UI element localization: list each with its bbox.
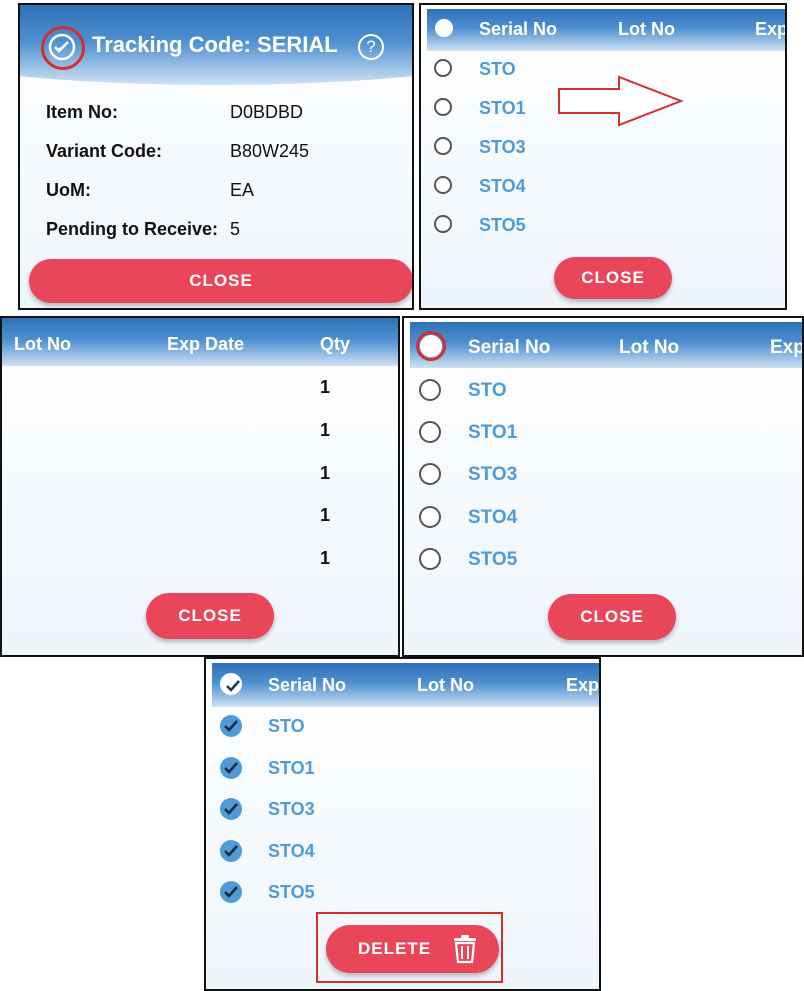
row-radio-3[interactable] xyxy=(419,506,441,528)
row-check-icon-2[interactable] xyxy=(220,798,242,820)
serial-item-3[interactable]: STO4 xyxy=(468,507,517,529)
scroll-right-arrow-icon xyxy=(557,75,685,132)
serial-item-4[interactable]: STO5 xyxy=(468,549,517,571)
header-serial-no: Serial No xyxy=(468,337,551,358)
panel-serial-list-selectall: Serial No Lot No Exp STO STO1 STO3 STO4 … xyxy=(402,316,804,657)
serial-item-1[interactable]: STO1 xyxy=(268,758,315,779)
trash-icon xyxy=(451,934,479,983)
row-radio-2[interactable] xyxy=(419,463,441,485)
row-radio-1[interactable] xyxy=(419,421,441,443)
serial-item-0[interactable]: STO xyxy=(468,380,507,402)
value-uom: EA xyxy=(230,180,255,200)
help-icon-glyph: ? xyxy=(366,37,376,56)
close-button[interactable]: CLOSE xyxy=(29,259,412,303)
delete-button[interactable]: DELETE xyxy=(326,925,499,973)
serial-item-4[interactable]: STO5 xyxy=(268,882,315,903)
row-radio-0[interactable] xyxy=(434,59,452,77)
serial-item-1[interactable]: STO1 xyxy=(468,422,517,444)
serial-item-4[interactable]: STO5 xyxy=(479,215,526,236)
qty-value-4: 1 xyxy=(320,548,331,568)
close-button[interactable]: CLOSE xyxy=(554,257,672,299)
row-radio-2[interactable] xyxy=(434,137,452,155)
close-button[interactable]: CLOSE xyxy=(146,593,274,639)
value-variant-code: B80W245 xyxy=(230,141,310,161)
row-radio-4[interactable] xyxy=(419,548,441,570)
row-radio-1[interactable] xyxy=(434,98,452,116)
serial-item-0[interactable]: STO xyxy=(268,716,305,737)
serial-item-3[interactable]: STO4 xyxy=(479,176,526,197)
panel-serial-list-checked: Serial No Lot No Exp STO STO1 STO3 STO4 … xyxy=(204,657,601,991)
header-serial-no: Serial No xyxy=(268,675,347,695)
header-exp: Exp xyxy=(755,19,787,39)
serial-item-3[interactable]: STO4 xyxy=(268,841,315,862)
row-check-icon-3[interactable] xyxy=(220,840,242,862)
serial-item-2[interactable]: STO3 xyxy=(479,137,526,158)
label-item-no: Item No: xyxy=(46,102,118,122)
select-all-check-icon[interactable] xyxy=(220,673,242,695)
serial-item-2[interactable]: STO3 xyxy=(468,464,517,486)
row-radio-0[interactable] xyxy=(419,379,441,401)
header-lot-no: Lot No xyxy=(417,675,474,695)
row-check-icon-1[interactable] xyxy=(220,757,242,779)
header-lot-no: Lot No xyxy=(619,337,680,358)
help-icon[interactable]: ? xyxy=(358,34,384,60)
qty-value-0: 1 xyxy=(320,377,331,397)
row-radio-3[interactable] xyxy=(434,176,452,194)
label-pending: Pending to Receive: xyxy=(46,219,219,239)
value-pending: 5 xyxy=(230,219,241,239)
header-qty: Qty xyxy=(320,334,351,354)
header-lot-no: Lot No xyxy=(618,19,675,39)
qty-value-3: 1 xyxy=(320,505,331,525)
header-exp-date: Exp Date xyxy=(167,334,245,354)
panel-lot-qty: Lot No Exp Date Qty 1 1 1 1 1 CLOSE xyxy=(0,316,400,657)
value-item-no: D0BDBD xyxy=(230,102,304,122)
annotation-circle xyxy=(416,331,446,361)
close-button[interactable]: CLOSE xyxy=(548,594,676,640)
row-radio-4[interactable] xyxy=(434,215,452,233)
serial-item-2[interactable]: STO3 xyxy=(268,799,315,820)
label-uom: UoM: xyxy=(46,180,91,200)
qty-value-1: 1 xyxy=(320,420,331,440)
annotation-circle xyxy=(41,26,85,70)
header-serial-no: Serial No xyxy=(479,19,558,39)
header-exp: Exp xyxy=(770,337,804,358)
panel-serial-list: Serial No Lot No Exp STO STO1 STO3 STO4 … xyxy=(419,3,787,310)
qty-value-2: 1 xyxy=(320,463,331,483)
row-check-icon-4[interactable] xyxy=(220,881,242,903)
serial-item-1[interactable]: STO1 xyxy=(479,98,526,119)
serial-item-0[interactable]: STO xyxy=(479,59,516,80)
delete-label: DELETE xyxy=(358,939,432,958)
tracking-code-title: Tracking Code: SERIAL xyxy=(92,32,338,57)
select-all-radio[interactable] xyxy=(435,19,453,37)
panel-item-details: Tracking Code: SERIAL ? Item No: D0BDBD … xyxy=(18,3,414,310)
row-check-icon-0[interactable] xyxy=(220,715,242,737)
label-variant-code: Variant Code: xyxy=(46,141,163,161)
header-lot-no: Lot No xyxy=(14,334,71,354)
header-exp: Exp xyxy=(566,675,600,695)
